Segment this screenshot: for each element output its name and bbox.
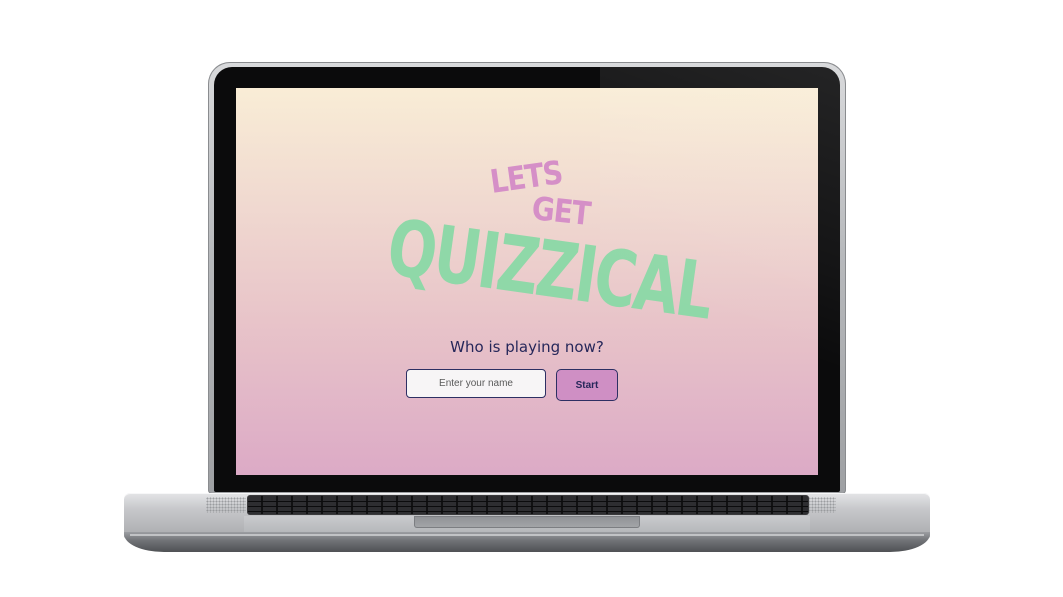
speaker-grille-left xyxy=(206,497,246,513)
laptop-mockup: LETS GET QUIZZICAL Who is playing now? S… xyxy=(0,0,1063,597)
keyboard-row-divider xyxy=(248,501,808,502)
laptop-base-highlight xyxy=(130,534,924,536)
trackpad xyxy=(414,516,640,528)
start-button[interactable]: Start xyxy=(556,369,618,401)
player-prompt: Who is playing now? xyxy=(450,338,604,356)
player-name-input[interactable] xyxy=(406,369,546,398)
keyboard-row-divider xyxy=(248,506,808,507)
app-screen: LETS GET QUIZZICAL Who is playing now? S… xyxy=(236,88,818,475)
keyboard-row-divider xyxy=(248,511,808,512)
quizzical-logo: LETS GET QUIZZICAL xyxy=(236,88,818,337)
